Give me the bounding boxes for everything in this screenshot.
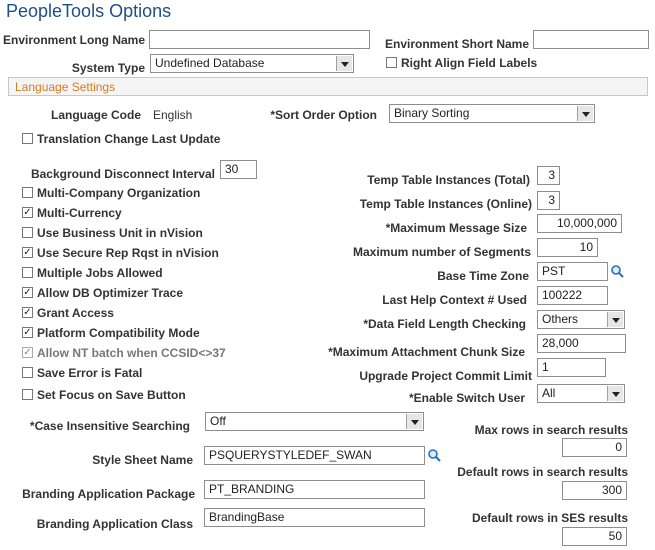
bg-disconnect-label: Background Disconnect Interval	[30, 167, 215, 181]
max-attach-input[interactable]: 28,000	[537, 334, 626, 353]
switch-user-select[interactable]: All	[537, 384, 625, 403]
platform-compat-checkbox[interactable]: ✓	[22, 327, 33, 338]
nt-batch-label: Allow NT batch when CCSID<>37	[37, 346, 226, 360]
system-type-select[interactable]: Undefined Database	[150, 54, 354, 73]
magnifier-icon[interactable]	[610, 264, 624, 278]
grant-access-checkbox[interactable]: ✓	[22, 307, 33, 318]
business-unit-label: Use Business Unit in nVision	[37, 226, 203, 240]
set-focus-label: Set Focus on Save Button	[37, 388, 186, 402]
db-optimizer-checkbox[interactable]: ✓	[22, 287, 33, 298]
sort-order-select[interactable]: Binary Sorting	[389, 104, 595, 123]
env-short-name-input[interactable]	[533, 30, 649, 49]
switch-user-value: All	[542, 386, 556, 400]
multiple-jobs-label: Multiple Jobs Allowed	[37, 266, 163, 280]
save-error-label: Save Error is Fatal	[37, 366, 143, 380]
branding-package-input[interactable]: PT_BRANDING	[204, 480, 425, 499]
chevron-down-icon[interactable]	[577, 106, 593, 121]
branding-package-label: Branding Application Package	[22, 487, 195, 501]
bg-disconnect-input[interactable]: 30	[220, 160, 257, 179]
save-error-checkbox[interactable]	[22, 367, 33, 378]
system-type-label: System Type	[71, 61, 145, 75]
max-rows-label: Max rows in search results	[474, 423, 628, 437]
upgrade-commit-input[interactable]: 1	[537, 358, 606, 377]
default-rows-input[interactable]: 300	[562, 481, 627, 500]
platform-compat-label: Platform Compatibility Mode	[37, 326, 200, 340]
temp-total-label: Temp Table Instances (Total)	[367, 173, 530, 187]
env-short-name-label: Environment Short Name	[385, 37, 530, 51]
data-field-length-select[interactable]: Others	[537, 310, 625, 329]
multi-company-checkbox[interactable]	[22, 187, 33, 198]
ses-rows-input[interactable]: 50	[562, 527, 627, 546]
upgrade-commit-label: Upgrade Project Commit Limit	[359, 369, 532, 383]
nt-batch-checkbox: ✓	[22, 347, 33, 358]
max-attach-label: *Maximum Attachment Chunk Size	[328, 345, 525, 359]
switch-user-label: *Enable Switch User	[408, 391, 525, 405]
temp-online-label: Temp Table Instances (Online)	[359, 197, 532, 211]
max-segments-label: Maximum number of Segments	[352, 245, 531, 259]
env-long-name-input[interactable]	[149, 30, 370, 49]
sort-order-value: Binary Sorting	[394, 106, 470, 120]
max-rows-input[interactable]: 0	[562, 438, 627, 457]
chevron-down-icon[interactable]	[607, 386, 623, 401]
style-sheet-input[interactable]: PSQUERYSTYLEDEF_SWAN	[204, 446, 425, 465]
multi-currency-label: Multi-Currency	[37, 206, 122, 220]
last-help-label: Last Help Context # Used	[382, 293, 527, 307]
set-focus-checkbox[interactable]	[22, 389, 33, 400]
default-rows-label: Default rows in search results	[457, 465, 628, 479]
data-field-length-label: *Data Field Length Checking	[363, 317, 526, 331]
env-long-name-label: Environment Long Name	[2, 33, 145, 47]
right-align-label: Right Align Field Labels	[401, 56, 538, 70]
grant-access-label: Grant Access	[37, 306, 114, 320]
branding-class-input[interactable]: BrandingBase	[204, 508, 425, 527]
db-optimizer-label: Allow DB Optimizer Trace	[37, 286, 184, 300]
language-code-label: Language Code	[50, 108, 141, 122]
branding-class-label: Branding Application Class	[36, 517, 193, 531]
temp-total-input[interactable]: 3	[537, 166, 560, 185]
page-title: PeopleTools Options	[6, 1, 172, 21]
base-tz-input[interactable]: PST	[537, 262, 608, 281]
language-settings-section: Language Settings	[8, 77, 648, 96]
temp-online-input[interactable]: 3	[537, 191, 560, 210]
sort-order-label: *Sort Order Option	[270, 108, 377, 122]
ses-rows-label: Default rows in SES results	[471, 511, 628, 525]
base-tz-label: Base Time Zone	[437, 269, 529, 283]
last-help-input[interactable]: 100222	[537, 286, 608, 305]
max-segments-input[interactable]: 10	[537, 238, 598, 257]
chevron-down-icon[interactable]	[336, 56, 352, 71]
secure-rep-label: Use Secure Rep Rqst in nVision	[37, 246, 219, 260]
max-message-label: *Maximum Message Size	[385, 221, 527, 235]
case-insensitive-select[interactable]: Off	[205, 412, 424, 431]
max-message-input[interactable]: 10,000,000	[537, 214, 622, 233]
case-insensitive-value: Off	[210, 414, 226, 428]
language-code-value: English	[153, 108, 193, 122]
chevron-down-icon[interactable]	[607, 312, 623, 327]
business-unit-checkbox[interactable]	[22, 227, 33, 238]
right-align-checkbox[interactable]	[386, 57, 397, 68]
translation-change-label: Translation Change Last Update	[37, 132, 221, 146]
magnifier-icon[interactable]	[427, 448, 441, 462]
multi-currency-checkbox[interactable]: ✓	[22, 207, 33, 218]
data-field-length-value: Others	[542, 312, 579, 326]
translation-change-checkbox[interactable]	[22, 133, 33, 144]
style-sheet-label: Style Sheet Name	[92, 453, 193, 467]
case-insensitive-label: *Case Insensitive Searching	[29, 419, 190, 433]
multi-company-label: Multi-Company Organization	[37, 186, 201, 200]
section-title: Language Settings	[15, 80, 116, 94]
multiple-jobs-checkbox[interactable]	[22, 267, 33, 278]
system-type-value: Undefined Database	[155, 56, 265, 70]
secure-rep-checkbox[interactable]: ✓	[22, 247, 33, 258]
